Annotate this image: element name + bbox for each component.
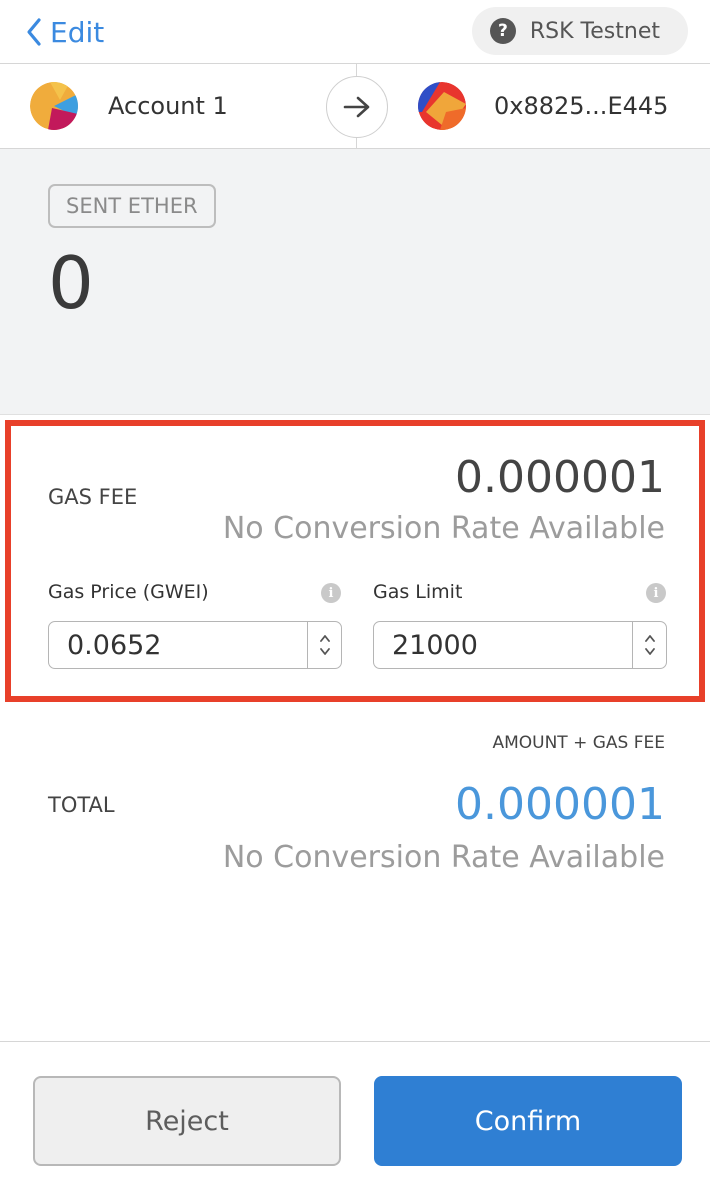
gas-price-label: Gas Price (GWEI) bbox=[48, 581, 209, 603]
chevron-down-icon[interactable] bbox=[319, 647, 331, 656]
transfer-arrow bbox=[326, 76, 388, 138]
sent-amount-section: SENT ETHER 0 bbox=[0, 149, 710, 414]
question-circle-icon: ? bbox=[489, 18, 516, 44]
gas-fee-section: GAS FEE 0.000001 No Conversion Rate Avai… bbox=[0, 414, 710, 702]
back-edit-button[interactable]: Edit bbox=[24, 12, 104, 52]
chevron-up-icon[interactable] bbox=[319, 634, 331, 643]
to-account-avatar bbox=[418, 82, 466, 130]
total-conversion: No Conversion Rate Available bbox=[222, 840, 665, 875]
reject-button[interactable]: Reject bbox=[33, 1076, 341, 1166]
network-label: RSK Testnet bbox=[529, 18, 660, 44]
gas-fee-value: 0.000001 bbox=[455, 452, 665, 503]
gas-limit-info-icon[interactable]: i bbox=[646, 583, 666, 603]
total-value: 0.000001 bbox=[455, 779, 665, 830]
gas-limit-input[interactable]: 21000 bbox=[373, 621, 667, 669]
gas-limit-label: Gas Limit bbox=[373, 581, 463, 603]
gas-limit-value: 21000 bbox=[392, 629, 478, 661]
from-account[interactable]: Account 1 bbox=[30, 82, 228, 130]
confirm-button[interactable]: Confirm bbox=[374, 1076, 682, 1166]
gas-limit-stepper[interactable] bbox=[632, 622, 666, 668]
gas-price-stepper[interactable] bbox=[307, 622, 341, 668]
gas-fee-label: GAS FEE bbox=[48, 485, 138, 509]
gas-price-info-icon[interactable]: i bbox=[321, 583, 341, 603]
from-account-name: Account 1 bbox=[108, 92, 228, 120]
arrow-right-icon bbox=[343, 96, 370, 118]
gas-price-value: 0.0652 bbox=[67, 629, 162, 661]
from-account-avatar bbox=[30, 82, 78, 130]
sent-ether-badge: SENT ETHER bbox=[48, 184, 216, 228]
gas-price-input[interactable]: 0.0652 bbox=[48, 621, 342, 669]
account-transfer-row: Account 1 0x8825...E445 bbox=[0, 64, 710, 149]
total-section: AMOUNT + GAS FEE TOTAL 0.000001 No Conve… bbox=[0, 702, 710, 1042]
sent-amount-value: 0 bbox=[48, 241, 94, 325]
gas-fee-conversion: No Conversion Rate Available bbox=[222, 511, 665, 546]
chevron-down-icon[interactable] bbox=[644, 647, 656, 656]
back-label: Edit bbox=[50, 15, 105, 49]
total-sublabel: AMOUNT + GAS FEE bbox=[492, 733, 665, 753]
to-account-address: 0x8825...E445 bbox=[494, 92, 669, 120]
confirm-header: Edit ? RSK Testnet bbox=[0, 0, 710, 64]
total-label: TOTAL bbox=[48, 793, 115, 817]
chevron-up-icon[interactable] bbox=[644, 634, 656, 643]
chevron-left-icon bbox=[27, 18, 41, 46]
to-account[interactable]: 0x8825...E445 bbox=[418, 82, 668, 130]
network-selector[interactable]: ? RSK Testnet bbox=[471, 7, 688, 55]
